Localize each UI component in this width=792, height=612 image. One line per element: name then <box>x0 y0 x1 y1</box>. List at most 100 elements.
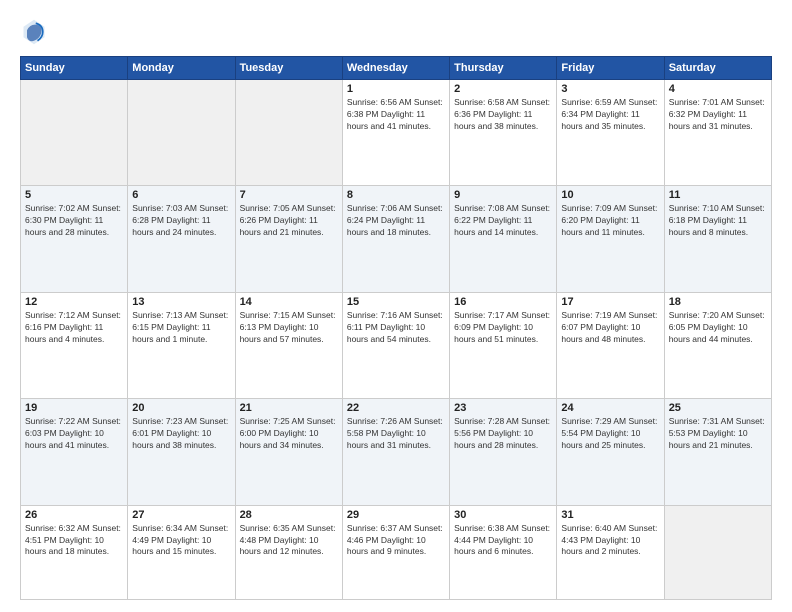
day-number: 13 <box>132 296 230 308</box>
table-row <box>664 505 771 599</box>
header <box>20 18 772 46</box>
table-row: 20 Sunrise: 7:23 AM Sunset: 6:01 PM Dayli… <box>128 399 235 505</box>
table-row: 22 Sunrise: 7:26 AM Sunset: 5:58 PM Dayli… <box>342 399 449 505</box>
table-row: 19 Sunrise: 7:22 AM Sunset: 6:03 PM Dayli… <box>21 399 128 505</box>
table-row <box>235 80 342 186</box>
day-info: Sunrise: 6:40 AM Sunset: 4:43 PM Dayligh… <box>561 523 659 559</box>
calendar-week-row: 5 Sunrise: 7:02 AM Sunset: 6:30 PM Daylig… <box>21 186 772 292</box>
day-info: Sunrise: 7:01 AM Sunset: 6:32 PM Dayligh… <box>669 97 767 133</box>
day-number: 10 <box>561 189 659 201</box>
day-number: 17 <box>561 296 659 308</box>
table-row: 25 Sunrise: 7:31 AM Sunset: 5:53 PM Dayli… <box>664 399 771 505</box>
day-info: Sunrise: 7:29 AM Sunset: 5:54 PM Dayligh… <box>561 416 659 452</box>
day-info: Sunrise: 7:31 AM Sunset: 5:53 PM Dayligh… <box>669 416 767 452</box>
calendar-header-row: Sunday Monday Tuesday Wednesday Thursday… <box>21 57 772 80</box>
day-info: Sunrise: 7:15 AM Sunset: 6:13 PM Dayligh… <box>240 310 338 346</box>
day-info: Sunrise: 7:19 AM Sunset: 6:07 PM Dayligh… <box>561 310 659 346</box>
day-number: 15 <box>347 296 445 308</box>
table-row: 12 Sunrise: 7:12 AM Sunset: 6:16 PM Dayli… <box>21 292 128 398</box>
day-number: 30 <box>454 509 552 521</box>
day-number: 28 <box>240 509 338 521</box>
table-row: 11 Sunrise: 7:10 AM Sunset: 6:18 PM Dayli… <box>664 186 771 292</box>
day-info: Sunrise: 7:17 AM Sunset: 6:09 PM Dayligh… <box>454 310 552 346</box>
table-row: 3 Sunrise: 6:59 AM Sunset: 6:34 PM Daylig… <box>557 80 664 186</box>
day-info: Sunrise: 7:26 AM Sunset: 5:58 PM Dayligh… <box>347 416 445 452</box>
day-info: Sunrise: 7:03 AM Sunset: 6:28 PM Dayligh… <box>132 203 230 239</box>
table-row: 5 Sunrise: 7:02 AM Sunset: 6:30 PM Daylig… <box>21 186 128 292</box>
day-info: Sunrise: 6:56 AM Sunset: 6:38 PM Dayligh… <box>347 97 445 133</box>
col-tuesday: Tuesday <box>235 57 342 80</box>
day-info: Sunrise: 7:08 AM Sunset: 6:22 PM Dayligh… <box>454 203 552 239</box>
day-info: Sunrise: 6:32 AM Sunset: 4:51 PM Dayligh… <box>25 523 123 559</box>
page: Sunday Monday Tuesday Wednesday Thursday… <box>0 0 792 612</box>
table-row <box>128 80 235 186</box>
day-number: 19 <box>25 402 123 414</box>
day-number: 24 <box>561 402 659 414</box>
day-info: Sunrise: 7:05 AM Sunset: 6:26 PM Dayligh… <box>240 203 338 239</box>
table-row: 28 Sunrise: 6:35 AM Sunset: 4:48 PM Dayli… <box>235 505 342 599</box>
day-number: 25 <box>669 402 767 414</box>
col-monday: Monday <box>128 57 235 80</box>
day-info: Sunrise: 6:59 AM Sunset: 6:34 PM Dayligh… <box>561 97 659 133</box>
day-number: 18 <box>669 296 767 308</box>
day-number: 21 <box>240 402 338 414</box>
table-row: 21 Sunrise: 7:25 AM Sunset: 6:00 PM Dayli… <box>235 399 342 505</box>
table-row: 17 Sunrise: 7:19 AM Sunset: 6:07 PM Dayli… <box>557 292 664 398</box>
day-number: 12 <box>25 296 123 308</box>
day-number: 4 <box>669 83 767 95</box>
table-row: 31 Sunrise: 6:40 AM Sunset: 4:43 PM Dayli… <box>557 505 664 599</box>
calendar-table: Sunday Monday Tuesday Wednesday Thursday… <box>20 56 772 600</box>
day-info: Sunrise: 7:16 AM Sunset: 6:11 PM Dayligh… <box>347 310 445 346</box>
table-row: 2 Sunrise: 6:58 AM Sunset: 6:36 PM Daylig… <box>450 80 557 186</box>
day-info: Sunrise: 6:58 AM Sunset: 6:36 PM Dayligh… <box>454 97 552 133</box>
day-number: 8 <box>347 189 445 201</box>
day-number: 23 <box>454 402 552 414</box>
logo-icon <box>20 18 48 46</box>
col-wednesday: Wednesday <box>342 57 449 80</box>
table-row: 30 Sunrise: 6:38 AM Sunset: 4:44 PM Dayli… <box>450 505 557 599</box>
table-row: 26Sunrise: 6:32 AM Sunset: 4:51 PM Dayli… <box>21 505 128 599</box>
day-info: Sunrise: 6:37 AM Sunset: 4:46 PM Dayligh… <box>347 523 445 559</box>
day-info: Sunrise: 7:28 AM Sunset: 5:56 PM Dayligh… <box>454 416 552 452</box>
table-row: 13Sunrise: 7:13 AM Sunset: 6:15 PM Dayli… <box>128 292 235 398</box>
day-number: 9 <box>454 189 552 201</box>
day-info: Sunrise: 7:09 AM Sunset: 6:20 PM Dayligh… <box>561 203 659 239</box>
col-saturday: Saturday <box>664 57 771 80</box>
day-info: Sunrise: 6:38 AM Sunset: 4:44 PM Dayligh… <box>454 523 552 559</box>
table-row: 15 Sunrise: 7:16 AM Sunset: 6:11 PM Dayli… <box>342 292 449 398</box>
calendar-week-row: 12 Sunrise: 7:12 AM Sunset: 6:16 PM Dayli… <box>21 292 772 398</box>
day-number: 11 <box>669 189 767 201</box>
table-row: 14 Sunrise: 7:15 AM Sunset: 6:13 PM Dayli… <box>235 292 342 398</box>
day-number: 1 <box>347 83 445 95</box>
day-number: 14 <box>240 296 338 308</box>
calendar-week-row: 1 Sunrise: 6:56 AM Sunset: 6:38 PM Daylig… <box>21 80 772 186</box>
day-number: 7 <box>240 189 338 201</box>
calendar-week-row: 26Sunrise: 6:32 AM Sunset: 4:51 PM Dayli… <box>21 505 772 599</box>
day-info: Sunrise: 7:20 AM Sunset: 6:05 PM Dayligh… <box>669 310 767 346</box>
day-info: Sunrise: 7:22 AM Sunset: 6:03 PM Dayligh… <box>25 416 123 452</box>
day-number: 5 <box>25 189 123 201</box>
col-sunday: Sunday <box>21 57 128 80</box>
day-info: Sunrise: 6:35 AM Sunset: 4:48 PM Dayligh… <box>240 523 338 559</box>
day-info: Sunrise: 7:12 AM Sunset: 6:16 PM Dayligh… <box>25 310 123 346</box>
day-number: 31 <box>561 509 659 521</box>
day-info: Sunrise: 7:02 AM Sunset: 6:30 PM Dayligh… <box>25 203 123 239</box>
table-row: 18 Sunrise: 7:20 AM Sunset: 6:05 PM Dayli… <box>664 292 771 398</box>
table-row: 24 Sunrise: 7:29 AM Sunset: 5:54 PM Dayli… <box>557 399 664 505</box>
day-info: Sunrise: 7:23 AM Sunset: 6:01 PM Dayligh… <box>132 416 230 452</box>
day-number: 2 <box>454 83 552 95</box>
table-row: 16 Sunrise: 7:17 AM Sunset: 6:09 PM Dayli… <box>450 292 557 398</box>
day-number: 16 <box>454 296 552 308</box>
table-row <box>21 80 128 186</box>
table-row: 4 Sunrise: 7:01 AM Sunset: 6:32 PM Daylig… <box>664 80 771 186</box>
table-row: 27Sunrise: 6:34 AM Sunset: 4:49 PM Dayli… <box>128 505 235 599</box>
day-number: 20 <box>132 402 230 414</box>
day-info: Sunrise: 7:10 AM Sunset: 6:18 PM Dayligh… <box>669 203 767 239</box>
logo <box>20 18 52 46</box>
table-row: 1 Sunrise: 6:56 AM Sunset: 6:38 PM Daylig… <box>342 80 449 186</box>
day-number: 3 <box>561 83 659 95</box>
day-info: Sunrise: 7:25 AM Sunset: 6:00 PM Dayligh… <box>240 416 338 452</box>
day-info: Sunrise: 7:06 AM Sunset: 6:24 PM Dayligh… <box>347 203 445 239</box>
day-number: 22 <box>347 402 445 414</box>
table-row: 10 Sunrise: 7:09 AM Sunset: 6:20 PM Dayli… <box>557 186 664 292</box>
